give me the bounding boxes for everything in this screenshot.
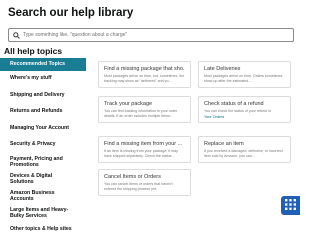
card-title: Cancel Items or Orders <box>104 174 161 180</box>
sidebar-item-returns-and-refunds[interactable]: Returns and Refunds <box>0 108 86 115</box>
page-title: Search our help library <box>8 7 134 19</box>
search-input[interactable] <box>23 29 283 41</box>
card-title: Check status of a refund <box>204 101 264 107</box>
help-card[interactable]: Find a missing package that sho... Most … <box>98 61 191 88</box>
card-description: You can cancel items or orders that have… <box>104 182 173 191</box>
card-title: Find a missing item from your ... <box>104 141 183 147</box>
sidebar-item-shipping-and-delivery[interactable]: Shipping and Delivery <box>0 92 86 99</box>
card-title: Find a missing package that sho... <box>104 66 185 72</box>
sidebar-item-security-privacy[interactable]: Security & Privacy <box>0 141 86 148</box>
card-title: Late Deliveries <box>204 66 241 72</box>
card-description: Most packages arrive on time. Orders som… <box>204 74 283 83</box>
card-title: Replace an item <box>204 141 244 147</box>
sidebar-item-amazon-business-accounts[interactable]: Amazon Business Accounts <box>0 190 60 203</box>
all-help-topics-heading: All help topics <box>4 46 63 56</box>
card-description: If an item is missing from your package,… <box>104 149 178 158</box>
search-box[interactable] <box>8 28 294 42</box>
grid-menu-button[interactable] <box>281 196 300 215</box>
help-card[interactable]: Check status of a refund You can check t… <box>198 96 291 123</box>
sidebar-item-large-items-heavy-bulky[interactable]: Large Items and Heavy-Bulky Services <box>0 207 76 220</box>
sidebar-item-devices-digital-solutions[interactable]: Devices & Digital Solutions <box>0 173 60 186</box>
sidebar-item-managing-your-account[interactable]: Managing Your Account <box>0 125 86 132</box>
sidebar-item-recommended-topics[interactable]: Recommended Topics <box>0 58 86 71</box>
topics-sidebar: Recommended Topics Where's my stuff Ship… <box>0 58 86 232</box>
your-orders-link[interactable]: Your Orders <box>204 115 285 120</box>
grid-icon <box>285 197 296 215</box>
card-title: Track your package <box>104 101 153 107</box>
help-card[interactable]: Find a missing item from your ... If an … <box>98 136 191 163</box>
search-icon <box>9 29 23 41</box>
sidebar-item-other-topics[interactable]: Other topics & Help sites <box>0 226 86 233</box>
help-card[interactable]: Cancel Items or Orders You can cancel it… <box>98 169 191 196</box>
card-description: Most packages arrive on time, but, somet… <box>104 74 185 83</box>
card-description: You can find tracking information in you… <box>104 109 178 118</box>
card-description: You can check the status of your refund … <box>204 109 271 113</box>
help-card[interactable]: Replace an item If you received a damage… <box>198 136 291 163</box>
help-card[interactable]: Track your package You can find tracking… <box>98 96 191 123</box>
card-description: If you received a damaged, defective, or… <box>204 149 283 158</box>
sidebar-item-wheres-my-stuff[interactable]: Where's my stuff <box>0 75 86 82</box>
help-card[interactable]: Late Deliveries Most packages arrive on … <box>198 61 291 88</box>
sidebar-item-payment-pricing-promotions[interactable]: Payment, Pricing and Promotions <box>0 156 70 169</box>
